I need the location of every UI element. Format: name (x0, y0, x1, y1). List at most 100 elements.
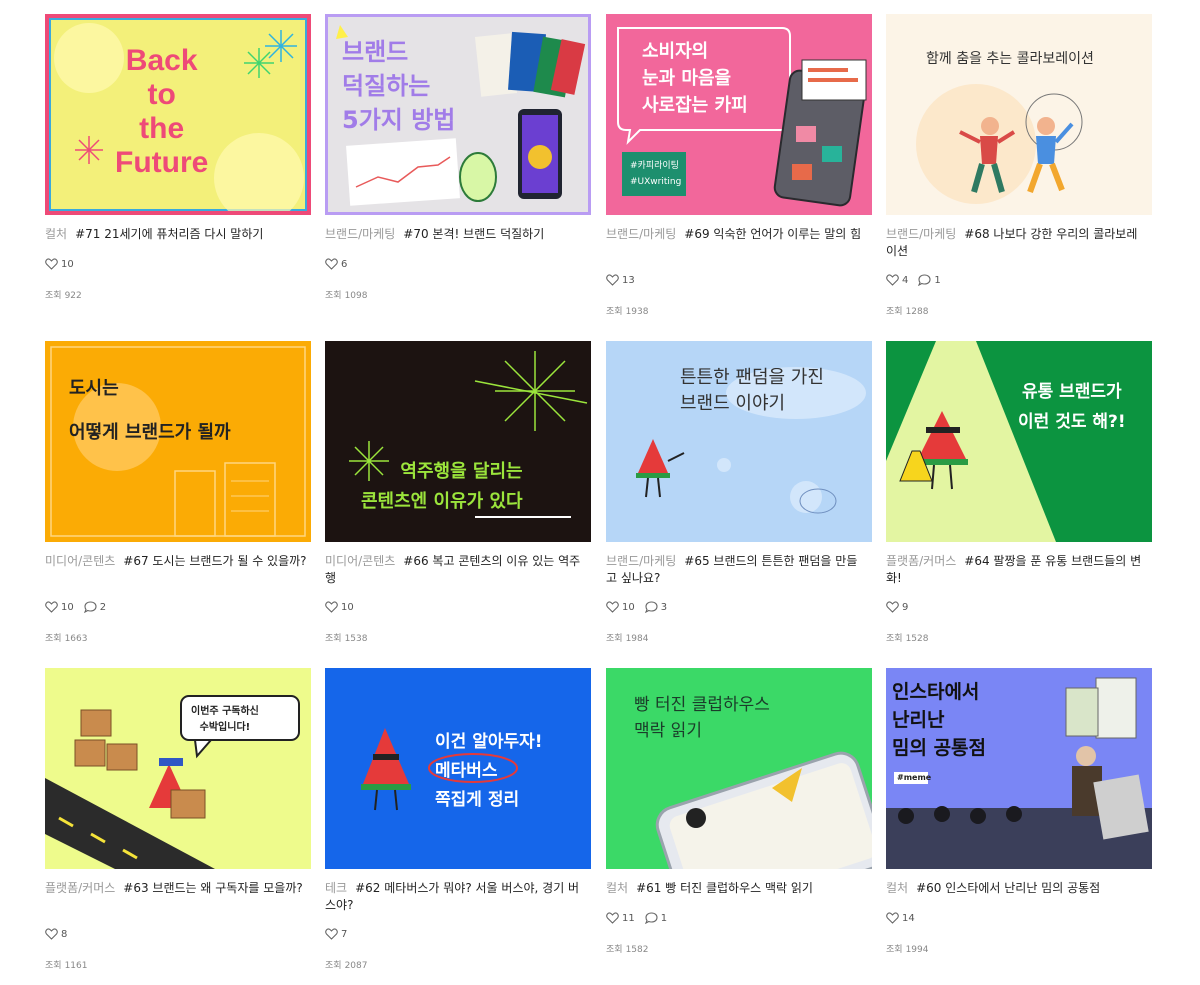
like-count[interactable]: 11 (606, 912, 635, 924)
thumbnail-image[interactable]: 빵 터진 클럽하우스 맥락 읽기 (606, 668, 872, 869)
thumbnail-headline: 브랜드 덕질하는 5가지 방법 (342, 38, 456, 134)
thumbnail-headline: 역주행을 달리는 콘텐츠엔 이유가 있다 (361, 461, 523, 512)
thumbnail-headline: 인스타에서 난리난 밈의 공통점 (892, 681, 987, 759)
comment-icon (644, 912, 658, 924)
comment-count[interactable]: 2 (83, 601, 106, 613)
article-title[interactable]: 컬처 #60 인스타에서 난리난 밈의 공통점 (886, 880, 1148, 897)
article-title[interactable]: 컬처 #71 21세기에 퓨처리즘 다시 말하기 (45, 226, 307, 243)
thumbnail-headline: 함께 춤을 추는 콜라보레이션 (926, 51, 1094, 67)
thumbnail-image[interactable]: 역주행을 달리는 콘텐츠엔 이유가 있다 (325, 341, 591, 542)
like-count[interactable]: 7 (325, 928, 347, 940)
view-count: 조회 1098 (325, 291, 368, 301)
thumbnail-headline: 소비자의 눈과 마음을 사로잡는 카피 (642, 41, 748, 116)
view-count: 조회 1663 (45, 634, 88, 644)
comment-count[interactable]: 1 (644, 912, 667, 924)
thumbnail-tag: #meme (897, 773, 932, 782)
like-count[interactable]: 10 (606, 601, 635, 613)
reaction-bar: 10 3 (606, 601, 667, 613)
view-count: 조회 1161 (45, 961, 88, 971)
thumbnail-image[interactable]: 함께 춤을 추는 콜라보레이션 (886, 14, 1152, 215)
article-title[interactable]: 미디어/콘텐츠 #66 복고 콘텐츠의 이유 있는 역주행 (325, 553, 587, 587)
thumbnail-image[interactable]: Back to the Future (45, 14, 311, 215)
view-count: 조회 1582 (606, 945, 649, 955)
thumbnail-headline: 유통 브랜드가 이런 것도 해?! (1018, 382, 1126, 432)
category-label[interactable]: 미디어/콘텐츠 (45, 554, 115, 568)
thumbnail-image[interactable]: 인스타에서 난리난 밈의 공통점 #meme (886, 668, 1152, 869)
reaction-bar: 6 (325, 258, 347, 270)
category-label[interactable]: 컬처 (886, 881, 908, 895)
like-count[interactable]: 6 (325, 258, 347, 270)
heart-icon (886, 601, 899, 613)
category-label[interactable]: 플랫폼/커머스 (886, 554, 956, 568)
article-title[interactable]: 컬처 #61 빵 터진 클럽하우스 맥락 읽기 (606, 880, 868, 897)
reaction-bar: 7 (325, 928, 347, 940)
comment-icon (918, 274, 931, 286)
thumbnail-image[interactable]: 이건 알아두자! 메타버스 쪽집게 정리 (325, 668, 591, 869)
category-label[interactable]: 브랜드/마케팅 (606, 554, 676, 568)
heart-icon (45, 258, 58, 270)
comment-count[interactable]: 1 (918, 274, 941, 286)
thumbnail-image[interactable]: 도시는 어떻게 브랜드가 될까 (45, 341, 311, 542)
reaction-bar: 10 (325, 601, 354, 613)
category-label[interactable]: 컬처 (606, 881, 628, 895)
reaction-bar: 14 (886, 912, 915, 924)
thumbnail-image[interactable]: 소비자의 눈과 마음을 사로잡는 카피 #카피라이팅 #UXwriting (606, 14, 872, 215)
reaction-bar: 11 1 (606, 912, 667, 924)
like-count[interactable]: 9 (886, 601, 908, 613)
category-label[interactable]: 브랜드/마케팅 (886, 227, 956, 241)
reaction-bar: 9 (886, 601, 908, 613)
category-label[interactable]: 테크 (325, 881, 347, 895)
like-count[interactable]: 10 (325, 601, 354, 613)
article-title[interactable]: 브랜드/마케팅 #65 브랜드의 튼튼한 팬덤을 만들고 싶나요? (606, 553, 868, 587)
heart-icon (606, 274, 619, 286)
thumbnail-image[interactable]: 유통 브랜드가 이런 것도 해?! (886, 341, 1152, 542)
article-title[interactable]: 미디어/콘텐츠 #67 도시는 브랜드가 될 수 있을까? (45, 553, 307, 570)
thumbnail-image[interactable]: 튼튼한 팬덤을 가진 브랜드 이야기 (606, 341, 872, 542)
article-title[interactable]: 브랜드/마케팅 #68 나보다 강한 우리의 콜라보레이션 (886, 226, 1148, 260)
article-title[interactable]: 플랫폼/커머스 #64 팔짱을 푼 유통 브랜드들의 변화! (886, 553, 1148, 587)
reaction-bar: 13 (606, 274, 635, 286)
thumbnail-headline: 이번주 구독하신 수박입니다! (191, 706, 259, 733)
thumbnail-headline: 튼튼한 팬덤을 가진 브랜드 이야기 (680, 367, 824, 414)
category-label[interactable]: 플랫폼/커머스 (45, 881, 115, 895)
like-count[interactable]: 13 (606, 274, 635, 286)
thumbnail-headline: 빵 터진 클럽하우스 맥락 읽기 (634, 695, 770, 741)
category-label[interactable]: 컬처 (45, 227, 67, 241)
category-label[interactable]: 브랜드/마케팅 (606, 227, 676, 241)
heart-icon (886, 912, 899, 924)
like-count[interactable]: 8 (45, 928, 67, 940)
thumbnail-image[interactable]: 이번주 구독하신 수박입니다! (45, 668, 311, 869)
article-title[interactable]: 브랜드/마케팅 #70 본격! 브랜드 덕질하기 (325, 226, 587, 243)
category-label[interactable]: 브랜드/마케팅 (325, 227, 395, 241)
comment-icon (83, 601, 97, 613)
heart-icon (325, 928, 338, 940)
view-count: 조회 1994 (886, 945, 929, 955)
view-count: 조회 2087 (325, 961, 368, 971)
reaction-bar: 10 2 (45, 601, 106, 613)
thumbnail-headline: Back to the Future (115, 44, 209, 179)
like-count[interactable]: 10 (45, 601, 74, 613)
view-count: 조회 1288 (886, 307, 929, 317)
article-title[interactable]: 브랜드/마케팅 #69 익숙한 언어가 이루는 말의 힘 (606, 226, 868, 243)
thumbnail-image[interactable]: 브랜드 덕질하는 5가지 방법 (325, 14, 591, 215)
comment-count[interactable]: 3 (644, 601, 667, 613)
reaction-bar: 8 (45, 928, 67, 940)
heart-icon (45, 928, 58, 940)
category-label[interactable]: 미디어/콘텐츠 (325, 554, 395, 568)
heart-icon (325, 258, 338, 270)
article-title[interactable]: 테크 #62 메타버스가 뭐야? 서울 버스야, 경기 버스야? (325, 880, 587, 914)
view-count: 조회 1528 (886, 634, 929, 644)
comment-icon (644, 601, 658, 613)
like-count[interactable]: 10 (45, 258, 74, 270)
article-title[interactable]: 플랫폼/커머스 #63 브랜드는 왜 구독자를 모을까? (45, 880, 307, 897)
view-count: 조회 1538 (325, 634, 368, 644)
heart-icon (606, 601, 619, 613)
view-count: 조회 922 (45, 291, 82, 301)
reaction-bar: 4 1 (886, 274, 941, 286)
like-count[interactable]: 14 (886, 912, 915, 924)
heart-icon (886, 274, 899, 286)
like-count[interactable]: 4 (886, 274, 908, 286)
heart-icon (45, 601, 58, 613)
thumbnail-headline: 이건 알아두자! 메타버스 쪽집게 정리 (435, 732, 543, 810)
thumbnail-hashtags: #카피라이팅 #UXwriting (630, 161, 682, 187)
